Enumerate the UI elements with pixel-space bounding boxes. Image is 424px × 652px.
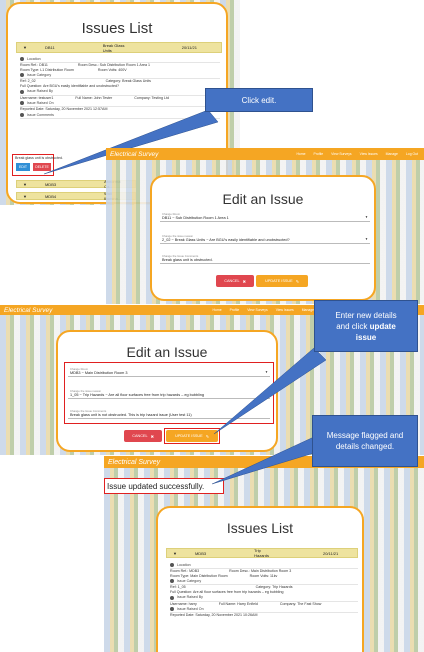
category-header: Issue Category	[20, 72, 220, 80]
chevron-down-icon: ▼	[365, 215, 368, 219]
user-icon	[170, 595, 174, 600]
nav-manage[interactable]: Manage	[302, 308, 314, 312]
location-icon	[20, 57, 24, 62]
calendar-icon	[170, 607, 174, 612]
nav-home[interactable]: Home	[296, 152, 305, 156]
callout-click-edit: Click edit.	[205, 88, 313, 112]
issue-row-header[interactable]: ▼ DB11 Break Glass Units 20/11/21	[16, 42, 222, 53]
issue-label: Break Glass Units	[102, 42, 125, 53]
room-select[interactable]: Change Room DB11 ~ Sub Distribution Room …	[160, 211, 370, 222]
edit-icon: ✎	[295, 279, 299, 284]
edit-title: Edit an Issue	[222, 191, 304, 207]
cancel-button[interactable]: CANCEL ✖	[124, 430, 162, 442]
issue-date: 20/11/21	[181, 45, 197, 50]
room-type: Room Type: L1 Distribution Room	[20, 67, 74, 72]
issue-select[interactable]: Change the issue reason 2_02 ~ Break Glas…	[160, 233, 370, 244]
username: Username: harry	[170, 601, 197, 606]
category-icon	[20, 73, 24, 78]
location-header: Location	[20, 56, 220, 64]
brand-title[interactable]: Electrical Survey	[4, 307, 52, 314]
full-name: Full Name: Harry Enfield	[218, 601, 258, 606]
issue-label: Trip Hazards	[254, 548, 269, 558]
nav-logout[interactable]: Log Out	[406, 152, 418, 156]
reported-date: Reported Date: Saturday, 20 November 202…	[170, 613, 258, 618]
page-title: Issues List	[226, 520, 294, 536]
cancel-icon: ✖	[242, 279, 246, 284]
edit-button[interactable]: EDIT	[16, 163, 30, 171]
brand-title[interactable]: Electrical Survey	[108, 459, 160, 466]
issue-date: 20/11/21	[322, 550, 339, 556]
calendar-icon	[20, 101, 24, 106]
room-volts: Room Volts: 11kv	[249, 573, 278, 578]
expand-icon[interactable]: ▼	[23, 45, 27, 50]
nav-view-issues[interactable]: View Issues	[276, 308, 294, 312]
expand-icon[interactable]: ▼	[173, 551, 177, 556]
category-icon	[170, 579, 174, 584]
expand-icon[interactable]: ▼	[23, 194, 27, 199]
issue-id: DB11	[44, 45, 55, 50]
location-icon	[170, 563, 174, 568]
room-volts: Room Volts: 400V	[97, 67, 127, 72]
cancel-button[interactable]: CANCEL ✖	[216, 275, 254, 287]
brand-title[interactable]: Electrical Survey	[110, 151, 158, 158]
edit-issue-panel: Edit an Issue Change Room DB11 ~ Sub Dist…	[150, 175, 376, 301]
nav-view-surveys[interactable]: View Surveys	[331, 152, 351, 156]
expand-icon[interactable]: ▼	[23, 182, 27, 187]
issue-row-header[interactable]: ▼ MDB3 Trip Hazards 20/11/21	[166, 548, 358, 558]
quote-icon	[20, 112, 24, 117]
raised-by-header: Issue Raised By	[170, 594, 358, 602]
callout-message-flagged: Message flagged and details changed.	[312, 415, 418, 467]
user-icon	[20, 89, 24, 94]
update-issue-button[interactable]: UPDATE ISSUE ✎	[256, 275, 308, 287]
cancel-icon: ✖	[150, 434, 154, 439]
nav-manage[interactable]: Manage	[386, 152, 398, 156]
callout-enter-details: Enter new details and click update issue	[314, 300, 418, 352]
location-header: Location	[170, 562, 358, 570]
nav-profile[interactable]: Profile	[314, 152, 324, 156]
company: Company: The Fast Show	[279, 601, 322, 606]
raised-by-header: Issue Raised By	[20, 88, 220, 96]
category-header: Issue Category	[170, 578, 358, 586]
nav-profile[interactable]: Profile	[230, 308, 240, 312]
edit-icon: ✎	[205, 434, 209, 439]
nav-view-surveys[interactable]: View Surveys	[247, 308, 267, 312]
issues-list-updated-panel: Issues List ▼ MDB3 Trip Hazards 20/11/21…	[156, 506, 364, 652]
issue-id: MDB3	[194, 550, 207, 556]
nav-view-issues[interactable]: View Issues	[360, 152, 378, 156]
navbar: Electrical Survey Home Profile View Surv…	[106, 148, 424, 160]
nav-home[interactable]: Home	[213, 308, 222, 312]
raised-on-header: Issue Raised On	[170, 606, 358, 614]
room-type: Room Type: Main Distribution Room	[170, 573, 228, 578]
comment-input[interactable]: Change the Issue Comments Break glass uni…	[160, 253, 370, 264]
chevron-down-icon: ▼	[365, 237, 368, 241]
success-message: Issue updated successfully.	[104, 478, 224, 494]
page-title: Issues List	[81, 20, 153, 37]
